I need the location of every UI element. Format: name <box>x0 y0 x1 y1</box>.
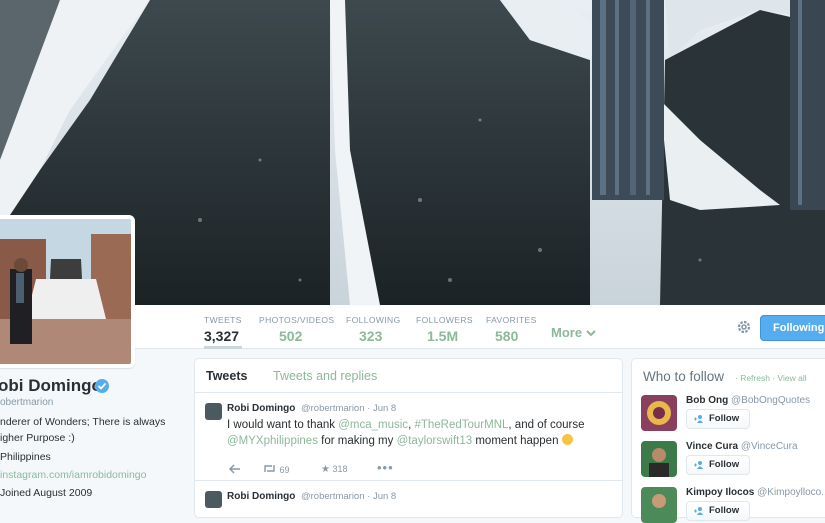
more-options-icon[interactable]: ••• <box>377 460 394 475</box>
stat-photos-videos-value: 502 <box>279 328 303 344</box>
tweet-entity-link[interactable]: @MYXphilippines <box>227 435 318 447</box>
tweet-entity-link[interactable]: #TheRedTourMNL <box>414 419 508 431</box>
stat-following[interactable]: FOLLOWING 323 <box>346 315 401 344</box>
suggestion-name[interactable]: Kimpoy Ilocos @Kimpoyllocо... <box>686 487 825 498</box>
stat-followers-value: 1.5M <box>427 328 459 344</box>
stat-followers[interactable]: FOLLOWERS 1.5M <box>416 315 473 344</box>
tweet-entity-link[interactable]: @taylorswift13 <box>397 435 473 447</box>
tab-tweets[interactable]: Tweets <box>206 369 247 383</box>
follow-button[interactable]: Follow <box>686 409 750 429</box>
chevron-down-icon <box>585 330 596 337</box>
tab-tweets-and-replies[interactable]: Tweets and replies <box>273 369 377 383</box>
profile-joined-date: Joined August 2009 <box>0 487 93 499</box>
profile-name: obi Domingo <box>0 376 102 395</box>
reply-icon[interactable] <box>229 464 241 474</box>
add-user-icon <box>694 461 703 469</box>
profile-avatar[interactable] <box>0 215 135 368</box>
suggestion-name[interactable]: Vince Cura @VinceCura <box>686 441 798 452</box>
who-to-follow-title: Who to follow <box>643 369 725 384</box>
more-label: More <box>551 325 583 340</box>
retweet-count: 69 <box>279 465 290 475</box>
tweet-author-name[interactable]: Robi Domingo <box>227 403 295 414</box>
favorite-action[interactable]: ★ 318 <box>321 464 348 475</box>
timeline-tabs: Tweets Tweets and replies <box>195 359 622 393</box>
suggestion-name[interactable]: Bob Ong @BobOngQuotes <box>686 395 810 406</box>
timeline: Tweets Tweets and replies Robi Domingo @… <box>194 358 623 518</box>
retweet-icon <box>264 465 275 472</box>
gear-icon[interactable] <box>736 319 752 335</box>
suggestion-avatar[interactable] <box>641 395 677 431</box>
tweet-handle-date: @robertmarion · Jun 8 <box>301 491 397 502</box>
stat-photos-videos-label: PHOTOS/VIDEOS <box>259 315 335 325</box>
tweet-entity-link[interactable]: @mca_music <box>338 419 408 431</box>
stat-favorites-label: FAVORITES <box>486 315 537 325</box>
emoji-icon <box>561 434 573 445</box>
tweet-text-segment: I would want to thank <box>227 419 339 431</box>
stat-followers-label: FOLLOWERS <box>416 315 473 325</box>
add-user-icon <box>694 415 703 423</box>
stat-following-label: FOLLOWING <box>346 315 401 325</box>
star-icon: ★ <box>321 464 330 475</box>
tweet-text: I would want to thank @mca_music, #TheRe… <box>227 417 619 449</box>
tweet-text-segment: , and of course <box>508 419 585 431</box>
favorite-count: 318 <box>332 464 348 474</box>
tweet-handle-date: @robertmarion · Jun 8 <box>301 403 397 414</box>
stat-favorites-value: 580 <box>495 328 519 344</box>
stat-following-value: 323 <box>359 328 383 344</box>
add-user-icon <box>694 507 703 515</box>
tweet-author-name[interactable]: Robi Domingo <box>227 491 295 502</box>
more-dropdown[interactable]: More <box>551 325 596 340</box>
stat-tweets-value: 3,327 <box>204 328 240 344</box>
tweet-text-segment: moment happen <box>472 435 562 447</box>
stat-photos-videos[interactable]: PHOTOS/VIDEOS 502 <box>259 315 334 344</box>
stat-tweets[interactable]: TWEETS 3,327 <box>204 315 242 349</box>
tweet[interactable]: Robi Domingo @robertmarion · Jun 8 I wou… <box>195 393 622 481</box>
follow-button[interactable]: Follow <box>686 455 750 475</box>
suggestion-avatar[interactable] <box>641 441 677 477</box>
follow-button[interactable]: Follow <box>686 501 750 521</box>
following-button[interactable]: Following <box>760 315 825 341</box>
avatar-photo <box>0 219 131 364</box>
tweet-author-avatar[interactable] <box>205 403 222 420</box>
stat-favorites[interactable]: FAVORITES 580 <box>486 315 537 344</box>
stat-tweets-label: TWEETS <box>204 315 242 325</box>
profile-handle: obertmarion <box>0 397 54 408</box>
suggestion-avatar[interactable] <box>641 487 677 523</box>
retweet-action[interactable]: 69 <box>263 464 290 475</box>
tweet[interactable]: Robi Domingo @robertmarion · Jun 8 <box>195 481 622 521</box>
verified-badge-icon <box>95 379 109 393</box>
profile-website-link[interactable]: instagram.com/iamrobidomingo <box>0 469 146 481</box>
tweet-author-avatar[interactable] <box>205 491 222 508</box>
who-to-follow-module: Who to follow · Refresh · View all Bob O… <box>631 358 825 523</box>
tweet-text-segment: for making my <box>317 435 397 447</box>
profile-location: Philippines <box>0 451 51 463</box>
refresh-view-all-links[interactable]: · Refresh · View all <box>735 373 807 383</box>
profile-bio: nderer of Wonders; There is always igher… <box>0 416 166 444</box>
